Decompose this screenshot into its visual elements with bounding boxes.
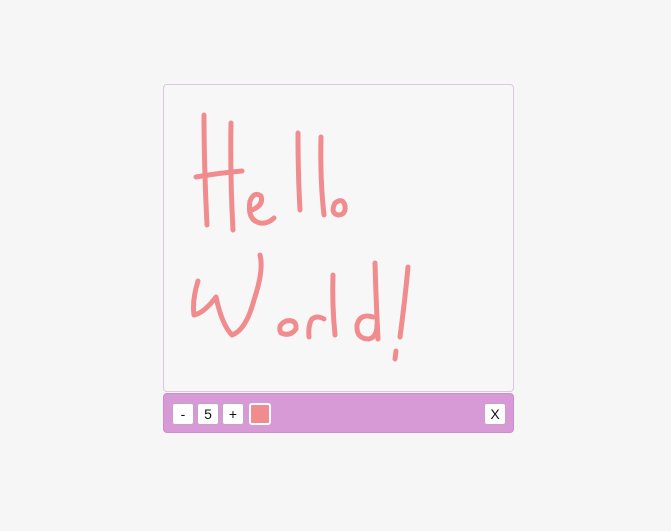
stroke-exclaim-dot bbox=[392, 348, 399, 362]
decrease-size-button[interactable]: - bbox=[172, 403, 194, 425]
stroke-w bbox=[191, 252, 264, 338]
close-button[interactable]: X bbox=[484, 403, 506, 425]
drawing-canvas[interactable] bbox=[163, 84, 514, 392]
color-swatch[interactable] bbox=[249, 403, 271, 425]
stroke-o2 bbox=[277, 318, 299, 337]
toolbar: - 5 + X bbox=[163, 393, 514, 433]
increase-size-button[interactable]: + bbox=[222, 403, 244, 425]
drawing-app: - 5 + X bbox=[163, 84, 514, 433]
stroke-e bbox=[247, 191, 277, 226]
stroke-exclaim-line bbox=[397, 264, 411, 340]
stroke-l1 bbox=[295, 130, 303, 213]
drawing-strokes bbox=[191, 112, 411, 362]
stroke-o1 bbox=[330, 198, 348, 218]
stroke-h-left bbox=[201, 112, 210, 228]
stroke-h-right bbox=[228, 120, 236, 233]
stroke-r bbox=[306, 314, 327, 340]
stroke-d-stem bbox=[372, 260, 381, 342]
stroke-l2 bbox=[318, 134, 327, 218]
stroke-l3 bbox=[330, 272, 338, 338]
stroke-d-bowl bbox=[354, 313, 380, 342]
brush-size-display: 5 bbox=[197, 403, 219, 425]
